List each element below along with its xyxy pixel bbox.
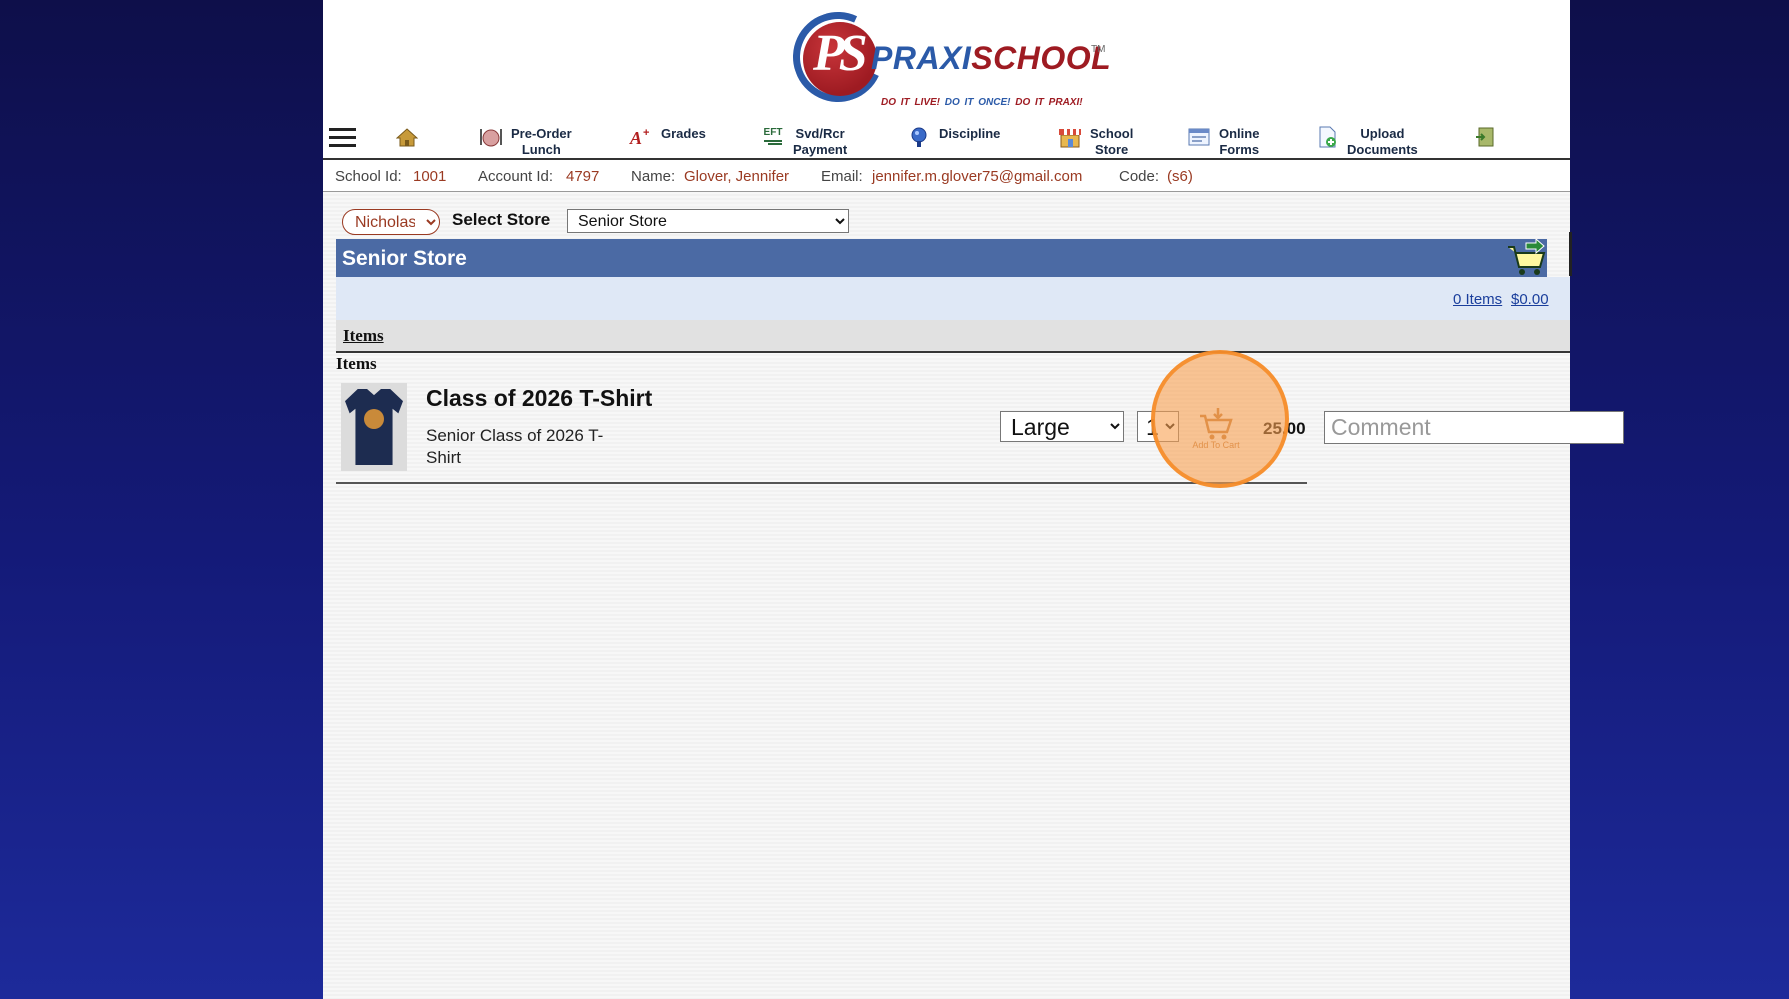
logo-tm: TM	[1091, 44, 1106, 55]
logo-ps-letters: PS	[813, 25, 868, 82]
item-thumbnail[interactable]	[341, 383, 407, 471]
nav-label-discipline: Discipline	[939, 126, 1001, 141]
account-info-bar: School Id: 1001 Account Id: 4797 Name: G…	[323, 160, 1570, 192]
select-store-label: Select Store	[452, 210, 551, 229]
page: PS PRAXISCHOOL TM DO IT LIVE! DO IT ONCE…	[323, 0, 1624, 999]
eft-icon: EFT	[761, 126, 785, 148]
nav-label-upload-documents: Upload Documents	[1347, 126, 1418, 157]
student-select[interactable]: Nicholas	[342, 209, 440, 235]
svg-text:+: +	[643, 127, 649, 139]
nav-logout[interactable]	[1473, 126, 1505, 158]
tagline-2: DO IT ONCE!	[944, 97, 1011, 108]
eft-text: EFT	[763, 127, 783, 138]
school-id-label: School Id:	[335, 168, 402, 185]
code-value: (s6)	[1167, 168, 1193, 185]
code-label: Code:	[1119, 168, 1160, 185]
view-cart-icon[interactable]	[1504, 237, 1550, 279]
tagline-1: DO IT LIVE!	[881, 97, 940, 108]
quantity-select[interactable]: 1	[1137, 411, 1179, 442]
logout-icon	[1473, 126, 1497, 148]
upload-icon	[1315, 126, 1339, 148]
store-title: Senior Store	[342, 247, 467, 270]
nav-online-forms[interactable]: Online Forms	[1187, 126, 1259, 158]
items-section-heading: Items	[336, 354, 377, 373]
nav-home[interactable]	[395, 126, 427, 158]
nav-pre-order-lunch[interactable]: Pre-Order Lunch	[479, 126, 572, 158]
nav-grades[interactable]: A + Grades	[629, 126, 706, 158]
nav-label-grades: Grades	[661, 126, 706, 141]
tab-items[interactable]: Items	[343, 326, 384, 346]
logo-tagline: DO IT LIVE! DO IT ONCE! DO IT PRAXI!	[881, 97, 1083, 108]
forms-icon	[1187, 126, 1211, 148]
item-title: Class of 2026 T-Shirt	[426, 385, 653, 411]
items-tab-row: Items	[336, 320, 1570, 353]
nav-label-pre-order-lunch: Pre-Order Lunch	[511, 126, 572, 157]
lunch-icon	[479, 126, 503, 148]
grades-icon: A +	[629, 126, 653, 148]
store-select[interactable]: Senior Store	[567, 209, 849, 233]
cart-summary-bar: 0 Items $0.00	[336, 277, 1570, 320]
logo-name-first: PRAXI	[871, 40, 972, 76]
praxischool-logo[interactable]: PS PRAXISCHOOL TM DO IT LIVE! DO IT ONCE…	[780, 0, 1113, 115]
tagline-3: DO IT PRAXI!	[1015, 97, 1083, 108]
email-label: Email:	[821, 168, 863, 185]
discipline-icon	[907, 126, 931, 148]
size-select[interactable]: Large	[1000, 411, 1124, 442]
cart-total-link[interactable]: $0.00	[1511, 291, 1549, 308]
store-header-bar: Senior Store	[336, 237, 1550, 279]
svg-text:A: A	[629, 128, 642, 147]
item-price: 25.00	[1263, 419, 1306, 438]
comment-input[interactable]	[1324, 411, 1624, 444]
logo-area: PS PRAXISCHOOL TM DO IT LIVE! DO IT ONCE…	[323, 0, 1570, 116]
nav-label-school-store: School Store	[1090, 126, 1134, 157]
add-to-cart-icon	[1200, 408, 1233, 440]
hamburger-menu-icon[interactable]	[329, 128, 356, 148]
nav-school-store[interactable]: School Store	[1058, 126, 1133, 158]
logo-name: PRAXISCHOOL	[871, 40, 1111, 77]
tshirt-mascot-art	[364, 409, 384, 429]
account-id-label: Account Id:	[478, 168, 554, 185]
email-value: jennifer.m.glover75@gmail.com	[872, 168, 1083, 185]
nav-right-edge	[1569, 232, 1572, 276]
home-icon	[395, 126, 419, 148]
nav-label-online-forms: Online Forms	[1219, 126, 1260, 157]
item-description: Senior Class of 2026 T-Shirt	[426, 426, 604, 467]
add-to-cart-button[interactable]: Add To Cart	[1181, 402, 1251, 452]
cart-items-link[interactable]: 0 Items	[1453, 291, 1502, 308]
nav-label-svd-rcr-payment: Svd/Rcr Payment	[793, 126, 848, 157]
nav-svd-rcr-payment[interactable]: EFT Svd/Rcr Payment	[761, 126, 848, 158]
nav-upload-documents[interactable]: Upload Documents	[1315, 126, 1418, 158]
name-value: Glover, Jennifer	[684, 168, 790, 185]
nav-discipline[interactable]: Discipline	[907, 126, 1000, 158]
add-to-cart-label: Add To Cart	[1192, 440, 1240, 450]
school-id-value: 1001	[413, 168, 447, 185]
name-label: Name:	[631, 168, 676, 185]
store-icon	[1058, 126, 1082, 148]
account-id-value: 4797	[566, 168, 600, 185]
main-nav: Pre-Order Lunch A + Grades EFT Svd/Rcr Pa…	[323, 116, 1572, 276]
